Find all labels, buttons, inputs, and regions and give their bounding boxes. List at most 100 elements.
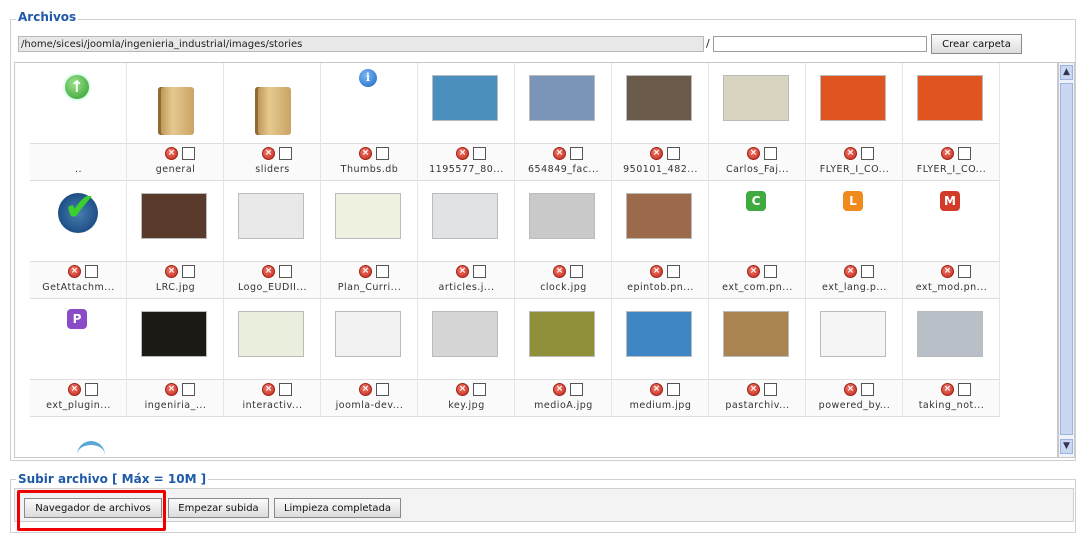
file-name[interactable]: joomla-dev... (321, 400, 418, 411)
file-name[interactable]: medioA.jpg (515, 400, 612, 411)
delete-icon[interactable]: × (456, 265, 469, 278)
file-thumbnail-cell[interactable] (515, 63, 612, 143)
file-thumbnail-cell[interactable] (224, 299, 321, 379)
select-checkbox[interactable] (667, 265, 680, 278)
select-checkbox[interactable] (182, 265, 195, 278)
file-name[interactable]: interactiv... (224, 400, 321, 411)
file-thumbnail-cell[interactable] (806, 299, 903, 379)
file-thumbnail-cell[interactable] (515, 299, 612, 379)
file-thumbnail-cell[interactable]: L (806, 181, 903, 261)
file-name[interactable]: FLYER_I_CO... (903, 164, 1000, 175)
file-thumbnail-cell[interactable] (612, 63, 709, 143)
select-checkbox[interactable] (279, 147, 292, 160)
delete-icon[interactable]: × (650, 265, 663, 278)
select-checkbox[interactable] (570, 147, 583, 160)
file-thumbnail-cell[interactable] (224, 181, 321, 261)
select-checkbox[interactable] (764, 147, 777, 160)
file-name[interactable]: ext_lang.p... (806, 282, 903, 293)
file-name[interactable]: taking_not... (903, 400, 1000, 411)
delete-icon[interactable]: × (262, 147, 275, 160)
file-thumbnail-cell[interactable] (127, 299, 224, 379)
file-thumbnail-cell[interactable]: M (903, 181, 1000, 261)
file-name[interactable]: ext_com.pn... (709, 282, 806, 293)
file-name[interactable]: 654849_fac... (515, 164, 612, 175)
delete-icon[interactable]: × (844, 383, 857, 396)
select-checkbox[interactable] (861, 383, 874, 396)
select-checkbox[interactable] (861, 265, 874, 278)
file-name[interactable]: articles.j... (418, 282, 515, 293)
file-name[interactable]: ingeniria_... (127, 400, 224, 411)
delete-icon[interactable]: × (262, 265, 275, 278)
file-name[interactable]: ext_plugin... (30, 400, 127, 411)
clear-completed-button[interactable]: Limpieza completada (274, 498, 401, 518)
file-name[interactable]: Thumbs.db (321, 164, 418, 175)
file-thumbnail-cell[interactable] (418, 299, 515, 379)
delete-icon[interactable]: × (941, 265, 954, 278)
select-checkbox[interactable] (958, 383, 971, 396)
select-checkbox[interactable] (279, 383, 292, 396)
delete-icon[interactable]: × (747, 147, 760, 160)
select-checkbox[interactable] (861, 147, 874, 160)
file-thumbnail-cell[interactable] (418, 63, 515, 143)
select-checkbox[interactable] (764, 265, 777, 278)
file-thumbnail-cell[interactable]: ✔ (30, 181, 127, 261)
file-name[interactable]: medium.jpg (612, 400, 709, 411)
delete-icon[interactable]: × (165, 383, 178, 396)
delete-icon[interactable]: × (68, 383, 81, 396)
scroll-up-button[interactable]: ▲ (1060, 65, 1073, 80)
delete-icon[interactable]: × (941, 147, 954, 160)
file-name[interactable]: epintob.pn... (612, 282, 709, 293)
file-name[interactable]: .. (30, 164, 127, 175)
select-checkbox[interactable] (376, 265, 389, 278)
delete-icon[interactable]: × (359, 265, 372, 278)
delete-icon[interactable]: × (553, 265, 566, 278)
file-name[interactable]: sliders (224, 164, 321, 175)
file-thumbnail-cell[interactable] (709, 299, 806, 379)
start-upload-button[interactable]: Empezar subida (168, 498, 269, 518)
select-checkbox[interactable] (85, 383, 98, 396)
file-thumbnail-cell[interactable] (224, 63, 321, 143)
delete-icon[interactable]: × (68, 265, 81, 278)
select-checkbox[interactable] (473, 383, 486, 396)
file-thumbnail-cell[interactable] (127, 63, 224, 143)
file-thumbnail-cell[interactable] (418, 181, 515, 261)
file-thumbnail-cell[interactable] (903, 299, 1000, 379)
file-thumbnail-cell[interactable]: i (321, 63, 418, 143)
file-name[interactable]: pastarchiv... (709, 400, 806, 411)
grid-scrollbar[interactable]: ▲ ▼ (1058, 62, 1075, 458)
file-name[interactable]: 950101_482... (612, 164, 709, 175)
file-name[interactable]: general (127, 164, 224, 175)
delete-icon[interactable]: × (456, 383, 469, 396)
scroll-down-button[interactable]: ▼ (1060, 439, 1073, 454)
select-checkbox[interactable] (182, 147, 195, 160)
select-checkbox[interactable] (667, 147, 680, 160)
select-checkbox[interactable] (376, 383, 389, 396)
scroll-thumb[interactable] (1060, 83, 1073, 435)
delete-icon[interactable]: × (747, 265, 760, 278)
file-thumbnail-cell[interactable] (321, 181, 418, 261)
file-thumbnail-cell[interactable] (515, 181, 612, 261)
file-name[interactable]: key.jpg (418, 400, 515, 411)
select-checkbox[interactable] (764, 383, 777, 396)
select-checkbox[interactable] (570, 383, 583, 396)
file-thumbnail-cell[interactable]: ↑ (30, 63, 127, 143)
delete-icon[interactable]: × (262, 383, 275, 396)
delete-icon[interactable]: × (165, 147, 178, 160)
file-thumbnail-cell[interactable] (321, 299, 418, 379)
delete-icon[interactable]: × (553, 147, 566, 160)
delete-icon[interactable]: × (553, 383, 566, 396)
select-checkbox[interactable] (570, 265, 583, 278)
file-name[interactable]: Carlos_Faj... (709, 164, 806, 175)
delete-icon[interactable]: × (359, 147, 372, 160)
create-folder-button[interactable]: Crear carpeta (931, 34, 1022, 54)
file-thumbnail-cell[interactable] (903, 63, 1000, 143)
delete-icon[interactable]: × (165, 265, 178, 278)
select-checkbox[interactable] (958, 147, 971, 160)
file-name[interactable]: clock.jpg (515, 282, 612, 293)
select-checkbox[interactable] (473, 147, 486, 160)
select-checkbox[interactable] (376, 147, 389, 160)
file-name[interactable]: LRC.jpg (127, 282, 224, 293)
select-checkbox[interactable] (182, 383, 195, 396)
delete-icon[interactable]: × (941, 383, 954, 396)
file-name[interactable]: powered_by... (806, 400, 903, 411)
